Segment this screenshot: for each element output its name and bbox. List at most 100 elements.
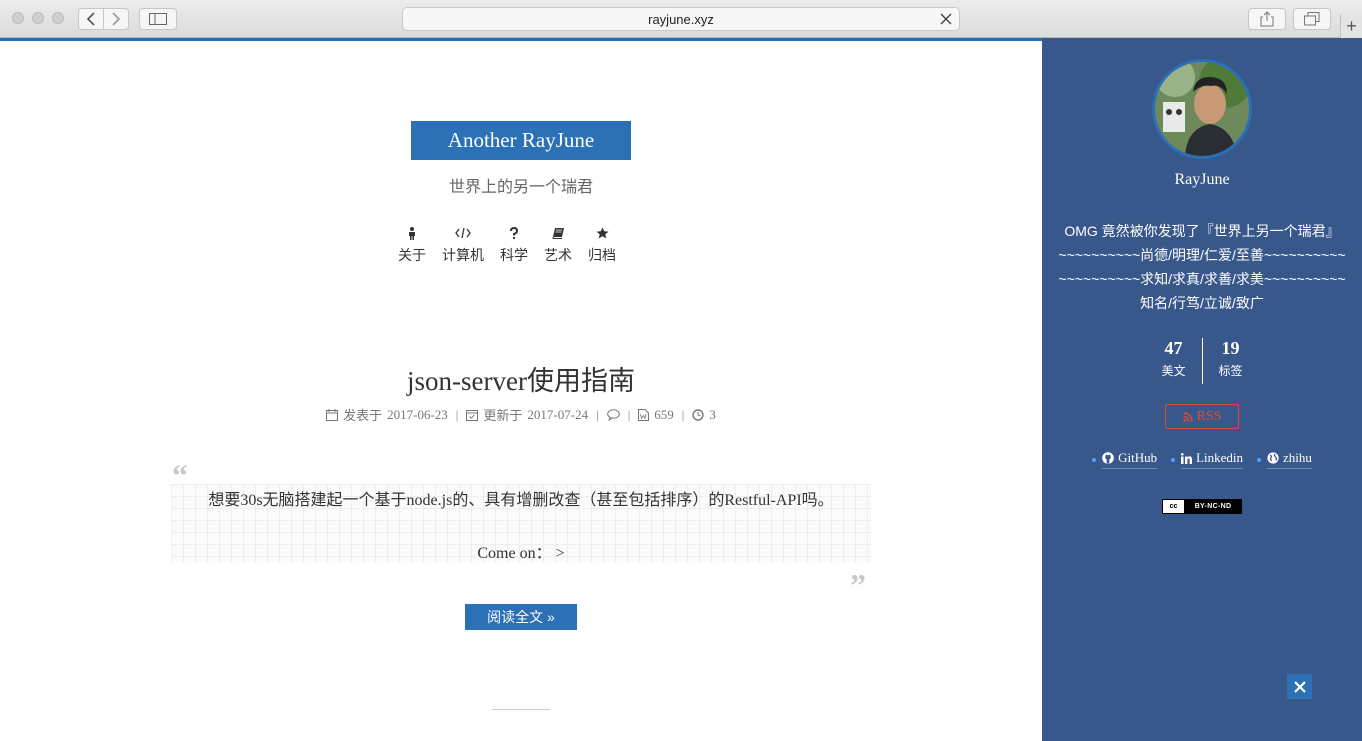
nav-label: 艺术 [544,247,572,263]
read-time: 3 [692,407,716,423]
github-label: GitHub [1118,450,1158,465]
updated-label: 更新于 [483,408,523,423]
nav-label: 归档 [588,247,616,263]
book-icon [552,225,565,241]
cc-logo: cc [1163,500,1185,513]
code-icon [455,225,471,241]
linkedin-label: Linkedin [1196,450,1244,465]
rss-button[interactable]: RSS [1165,404,1239,429]
license-badge[interactable]: cc BY-NC-ND [1162,499,1242,514]
window-close-button[interactable] [12,12,24,24]
nav-label: 关于 [398,247,426,263]
sidebar-close-button[interactable] [1287,674,1312,699]
comments-link[interactable] [606,408,620,421]
quote-close-icon: ” [850,567,866,603]
url-text: rayjune.xyz [648,11,714,27]
calendar-check-icon [466,409,479,421]
post-title-link[interactable]: json-server使用指南 [0,359,1042,398]
rss-label: RSS [1196,408,1222,424]
bullet-icon [1171,457,1176,462]
linkedin-icon [1181,452,1193,464]
question-icon [509,225,519,241]
description-line: OMG 竟然被你发现了『世界上另一个瑞君』 [1064,223,1340,239]
bullet-icon [1257,457,1262,462]
close-icon [1293,680,1306,693]
word-count: 659 [638,407,674,423]
description-line: ~~~~~~~~~~尚德/明理/仁爱/至善~~~~~~~~~~ [1058,247,1346,263]
published-date: 发表于 2017-06-23 [326,405,448,424]
site-subtitle: 世界上的另一个瑞君 [448,179,593,196]
github-icon [1102,452,1114,464]
sidebar: RayJune OMG 竟然被你发现了『世界上另一个瑞君』 ~~~~~~~~~~… [1042,38,1362,741]
chevron-left-icon [86,12,95,26]
calendar-icon [326,408,339,421]
avatar-photo [1155,62,1249,156]
share-button[interactable] [1248,8,1286,30]
meta-separator: | [627,406,631,422]
main-content: Another RayJune 世界上的另一个瑞君 关于 计算机 科学 艺术 归… [0,41,1042,741]
meta-separator: | [681,406,685,422]
description-line: 知名/行笃/立诚/致广 [1140,295,1264,311]
social-zhihu: zhihu [1257,450,1312,469]
posts-count-link[interactable]: 47 美文 [1146,338,1202,384]
person-icon [407,225,417,241]
published-value: 2017-06-23 [387,406,448,422]
clock-icon [692,408,705,421]
word-count-value: 659 [654,406,674,422]
plus-icon: + [1346,15,1357,36]
sidebar-toggle-button[interactable] [139,8,177,30]
nav-label: 科学 [500,247,528,263]
nav-item-art[interactable]: 艺术 [536,225,580,265]
social-linkedin: Linkedin [1171,450,1244,469]
updated-date: 更新于 2017-07-24 [466,405,588,424]
tabs-icon [1304,12,1320,26]
nav-label: 计算机 [442,247,484,263]
globe-icon [1267,452,1279,464]
tags-label: 标签 [1218,364,1243,378]
description-line: ~~~~~~~~~~求知/求真/求善/求美~~~~~~~~~~ [1058,271,1346,287]
linkedin-link[interactable]: Linkedin [1181,450,1244,469]
address-bar[interactable]: rayjune.xyz [402,7,960,31]
updated-value: 2017-07-24 [527,406,589,422]
forward-button[interactable] [103,8,129,30]
site-title-link[interactable]: Another RayJune [411,121,631,160]
excerpt-line: 想要30s无脑搭建起一个基于node.js的、具有增删改查（甚至包括排序）的Re… [208,492,834,509]
social-github: GitHub [1092,450,1158,469]
github-link[interactable]: GitHub [1102,450,1158,469]
back-button[interactable] [78,8,104,30]
excerpt-line: Come on： > [477,545,565,562]
post-divider [492,709,550,710]
chevron-right-icon [112,12,121,26]
comment-icon [606,408,620,421]
tabs-overview-button[interactable] [1293,8,1331,30]
nav-item-computer[interactable]: 计算机 [434,225,492,265]
author-name: RayJune [1174,171,1230,188]
post-excerpt: 想要30s无脑搭建起一个基于node.js的、具有增删改查（甚至包括排序）的Re… [171,484,871,563]
avatar [1152,59,1252,159]
rss-icon [1182,411,1193,422]
close-icon[interactable] [939,12,953,26]
window-zoom-button[interactable] [52,12,64,24]
published-label: 发表于 [343,408,383,423]
new-tab-button[interactable]: + [1340,14,1362,38]
bullet-icon [1092,457,1097,462]
nav-item-archive[interactable]: 归档 [580,225,624,265]
tags-count-link[interactable]: 19 标签 [1203,338,1259,384]
nav-item-about[interactable]: 关于 [390,225,434,265]
tags-count: 19 [1221,338,1240,358]
read-more-button[interactable]: 阅读全文 » [465,604,577,630]
meta-separator: | [455,406,459,422]
window-minimize-button[interactable] [32,12,44,24]
main-nav: 关于 计算机 科学 艺术 归档 [390,225,624,265]
nav-item-science[interactable]: 科学 [492,225,536,265]
author-description: OMG 竟然被你发现了『世界上另一个瑞君』 ~~~~~~~~~~尚德/明理/仁爱… [1042,219,1362,315]
browser-toolbar: rayjune.xyz + [0,0,1362,38]
zhihu-link[interactable]: zhihu [1267,450,1312,469]
social-links: GitHub Linkedin zhihu [1042,450,1362,469]
zhihu-label: zhihu [1283,450,1312,465]
star-icon [596,225,609,241]
post-meta: 发表于 2017-06-23 | 更新于 2017-07-24 | | 659 … [0,405,1042,424]
posts-count: 47 [1164,338,1183,358]
read-time-value: 3 [709,406,716,422]
license-text: BY-NC-ND [1185,500,1241,513]
